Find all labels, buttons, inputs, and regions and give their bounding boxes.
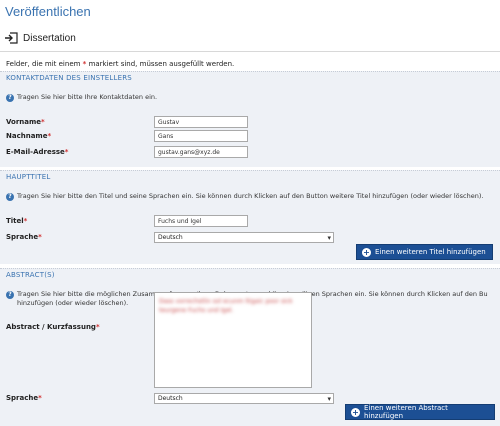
section-heading-kontaktdaten: KONTAKTDATEN DES EINSTELLERS [0, 71, 500, 83]
document-type: Dissertation [4, 32, 76, 44]
section-heading-haupttitel-label: HAUPTTITEL [6, 173, 51, 181]
haupttitel-hint: ? Tragen Sie hier bitte den Titel und se… [6, 192, 498, 201]
add-abstract-button[interactable]: + Einen weiteren Abstract hinzufügen [345, 404, 495, 420]
section-heading-haupttitel: HAUPTTITEL [0, 170, 500, 182]
section-haupttitel: HAUPTTITEL ? Tragen Sie hier bitte den T… [0, 170, 500, 264]
titel-sprache-select[interactable]: Deutsch ▾ [154, 232, 334, 243]
titel-label: Titel* [6, 217, 28, 225]
abstract-sprache-select[interactable]: Deutsch ▾ [154, 393, 334, 404]
info-icon: ? [6, 193, 14, 201]
titel-sprache-value: Deutsch [158, 234, 183, 241]
plus-circle-icon: + [351, 407, 360, 417]
abstract-text: Dass vorrechstlin sol ecunm ltigaic poor… [159, 298, 293, 314]
info-icon: ? [6, 291, 14, 299]
header-divider [0, 51, 500, 52]
add-title-button[interactable]: + Einen weiteren Titel hinzufügen [356, 244, 493, 260]
abstract-label: Abstract / Kurzfassung* [6, 323, 100, 331]
add-title-button-label: Einen weiteren Titel hinzufügen [375, 248, 486, 256]
page-title: Veröffentlichen [5, 4, 91, 19]
titel-sprache-label: Sprache* [6, 233, 42, 241]
email-field[interactable]: gustav.gans@xyz.de [154, 146, 248, 158]
chevron-down-icon: ▾ [327, 395, 331, 403]
arrow-into-document-icon [5, 32, 18, 44]
section-abstract: ABSTRACT(S) ? Tragen Sie hier bitte die … [0, 268, 500, 426]
section-heading-kontaktdaten-label: KONTAKTDATEN DES EINSTELLERS [6, 74, 132, 82]
plus-circle-icon: + [362, 247, 371, 257]
nachname-label: Nachname* [6, 132, 52, 140]
required-fields-note: Felder, die mit einem * markiert sind, m… [6, 60, 234, 68]
section-heading-abstract: ABSTRACT(S) [0, 268, 500, 280]
nachname-field[interactable]: Gans [154, 130, 248, 142]
chevron-down-icon: ▾ [327, 234, 331, 242]
abstract-sprache-value: Deutsch [158, 395, 183, 402]
abstract-sprache-label: Sprache* [6, 394, 42, 402]
info-icon: ? [6, 94, 14, 102]
required-note-prefix: Felder, die mit einem [6, 60, 83, 68]
section-kontaktdaten: KONTAKTDATEN DES EINSTELLERS ? Tragen Si… [0, 71, 500, 167]
kontakt-hint: ? Tragen Sie hier bitte Ihre Kontaktdate… [6, 93, 157, 102]
haupttitel-hint-text: Tragen Sie hier bitte den Titel und sein… [17, 192, 484, 200]
add-abstract-button-label: Einen weiteren Abstract hinzufügen [363, 404, 448, 420]
section-heading-abstract-label: ABSTRACT(S) [6, 271, 55, 279]
required-note-suffix: markiert sind, müssen ausgefüllt werden. [86, 60, 235, 68]
vorname-field[interactable]: Gustav [154, 116, 248, 128]
vorname-label: Vorname* [6, 118, 45, 126]
document-type-label: Dissertation [23, 32, 76, 44]
kontakt-hint-text: Tragen Sie hier bitte Ihre Kontaktdaten … [17, 93, 158, 101]
abstract-textarea[interactable]: Dass vorrechstlin sol ecunm ltigaic poor… [154, 292, 312, 388]
email-label: E-Mail-Adresse* [6, 148, 69, 156]
titel-field[interactable]: Fuchs und Igel [154, 215, 248, 227]
